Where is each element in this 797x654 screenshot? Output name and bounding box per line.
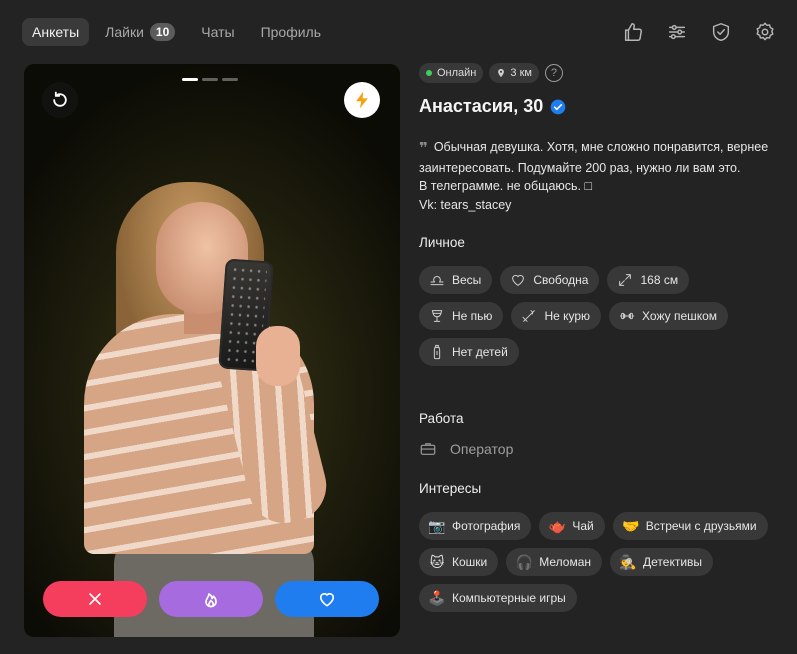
distance-label: 3 км	[510, 67, 532, 79]
personal-section-title: Личное	[419, 235, 465, 250]
tag-children: Нет детей	[419, 338, 519, 366]
height-icon	[619, 274, 632, 286]
tag-label: Детективы	[643, 555, 703, 569]
tag-label: Весы	[452, 273, 482, 287]
photo-action-bar	[43, 581, 391, 617]
location-pin-icon	[498, 68, 505, 78]
tag-smoking: Не курю	[511, 302, 602, 330]
boost-button[interactable]	[344, 82, 380, 118]
photo-hand	[256, 326, 300, 386]
handshake-icon: 🤝	[622, 518, 640, 534]
camera-icon: 📷	[428, 518, 446, 534]
briefcase-icon	[420, 443, 436, 455]
tag-sport: Хожу пешком	[609, 302, 729, 330]
dumbbell-icon	[619, 312, 635, 320]
tab-profile[interactable]: Профиль	[251, 18, 331, 46]
photo-progress-segment	[222, 78, 238, 81]
tag-relationship: Свободна	[500, 266, 600, 294]
profile-info: Онлайн 3 км ? Анастасия, 30 ❞ Обычная дев…	[419, 63, 784, 620]
work-row: Оператор	[419, 438, 784, 460]
interest-friends: 🤝 Встречи с друзьями	[612, 512, 768, 540]
photo-progress-indicator	[182, 78, 242, 81]
interest-games: 🕹️ Компьютерные игры	[419, 584, 577, 612]
filters-icon[interactable]	[665, 20, 689, 44]
personal-tags: Весы Свободна 168 см Не пью Не курю Хожу…	[419, 266, 779, 374]
tag-label: Хожу пешком	[642, 309, 718, 323]
distance-badge: 3 км	[489, 63, 539, 83]
headphones-icon: 🎧	[515, 554, 533, 570]
rewind-icon	[53, 91, 67, 107]
interest-photography: 📷 Фотография	[419, 512, 532, 540]
tab-profile-label: Профиль	[260, 24, 321, 40]
verified-icon	[550, 99, 566, 114]
top-actions	[601, 20, 777, 44]
interest-detectives: 🕵️ Детективы	[610, 548, 714, 576]
like-button[interactable]	[275, 581, 379, 617]
tab-likes-label: Лайки	[105, 24, 144, 40]
glass-icon	[431, 310, 443, 322]
online-dot	[426, 70, 432, 76]
tab-likes[interactable]: Лайки 10	[95, 18, 185, 46]
detective-icon: 🕵️	[619, 554, 637, 570]
help-icon[interactable]: ?	[544, 64, 563, 82]
tag-drinking: Не пью	[419, 302, 504, 330]
work-label: Оператор	[450, 441, 514, 457]
baby-bottle-icon	[433, 344, 441, 360]
tab-chats[interactable]: Чаты	[191, 18, 244, 46]
quote-icon: ❞	[419, 140, 428, 157]
thumbs-up-icon[interactable]	[621, 20, 645, 44]
shield-check-icon[interactable]	[709, 20, 733, 44]
tag-label: Встречи с друзьями	[645, 519, 757, 533]
top-navigation: Анкеты Лайки 10 Чаты Профиль	[0, 0, 797, 64]
dislike-button[interactable]	[43, 581, 147, 617]
tag-label: Кошки	[452, 555, 488, 569]
tag-height: 168 см	[607, 266, 690, 294]
work-section-title: Работа	[419, 411, 464, 426]
interests-section-title: Интересы	[419, 481, 482, 496]
interest-tags: 📷 Фотография 🫖 Чай 🤝 Встречи с друзьями …	[419, 512, 779, 620]
flame-icon	[205, 593, 217, 608]
online-label: Онлайн	[437, 67, 477, 79]
likes-count-badge: 10	[149, 23, 176, 41]
no-smoking-icon	[522, 310, 536, 322]
lightning-icon	[356, 91, 368, 109]
interest-music: 🎧 Меломан	[506, 548, 603, 576]
bio-text: Обычная девушка. Хотя, мне сложно понрав…	[419, 140, 769, 212]
interest-cats: 🐱 Кошки	[419, 548, 499, 576]
heart-icon	[319, 592, 335, 607]
name-row: Анастасия, 30	[419, 96, 784, 117]
cat-icon: 🐱	[429, 554, 445, 570]
tab-profiles-label: Анкеты	[32, 24, 80, 40]
online-badge: Онлайн	[419, 63, 484, 83]
main-tabs: Анкеты Лайки 10 Чаты Профиль	[22, 18, 337, 46]
heart-icon	[512, 274, 525, 286]
photo-progress-segment	[182, 78, 198, 81]
rewind-button[interactable]	[42, 82, 78, 118]
tag-label: Меломан	[539, 555, 592, 569]
tag-label: Компьютерные игры	[452, 591, 566, 605]
tag-label: Не курю	[544, 309, 591, 323]
bio: ❞ Обычная девушка. Хотя, мне сложно понра…	[419, 138, 784, 214]
tag-label: Не пью	[452, 309, 493, 323]
tab-chats-label: Чаты	[201, 24, 235, 40]
tag-zodiac: Весы	[419, 266, 493, 294]
profile-photo-card[interactable]	[24, 64, 400, 637]
joystick-icon: 🕹️	[428, 590, 446, 606]
tab-profiles[interactable]: Анкеты	[22, 18, 90, 46]
superlike-button[interactable]	[159, 581, 263, 617]
tag-label: Чай	[572, 519, 594, 533]
gear-icon[interactable]	[753, 20, 777, 44]
status-row: Онлайн 3 км ?	[419, 63, 784, 83]
tag-label: Нет детей	[452, 345, 508, 359]
close-icon	[89, 593, 101, 605]
teapot-icon: 🫖	[548, 518, 567, 534]
photo-progress-segment	[202, 78, 218, 81]
tag-label: 168 см	[640, 273, 679, 287]
tag-label: Фотография	[452, 519, 521, 533]
libra-icon	[430, 276, 444, 286]
profile-name: Анастасия, 30	[419, 96, 544, 116]
interest-tea: 🫖 Чай	[539, 512, 605, 540]
tag-label: Свободна	[533, 273, 589, 287]
